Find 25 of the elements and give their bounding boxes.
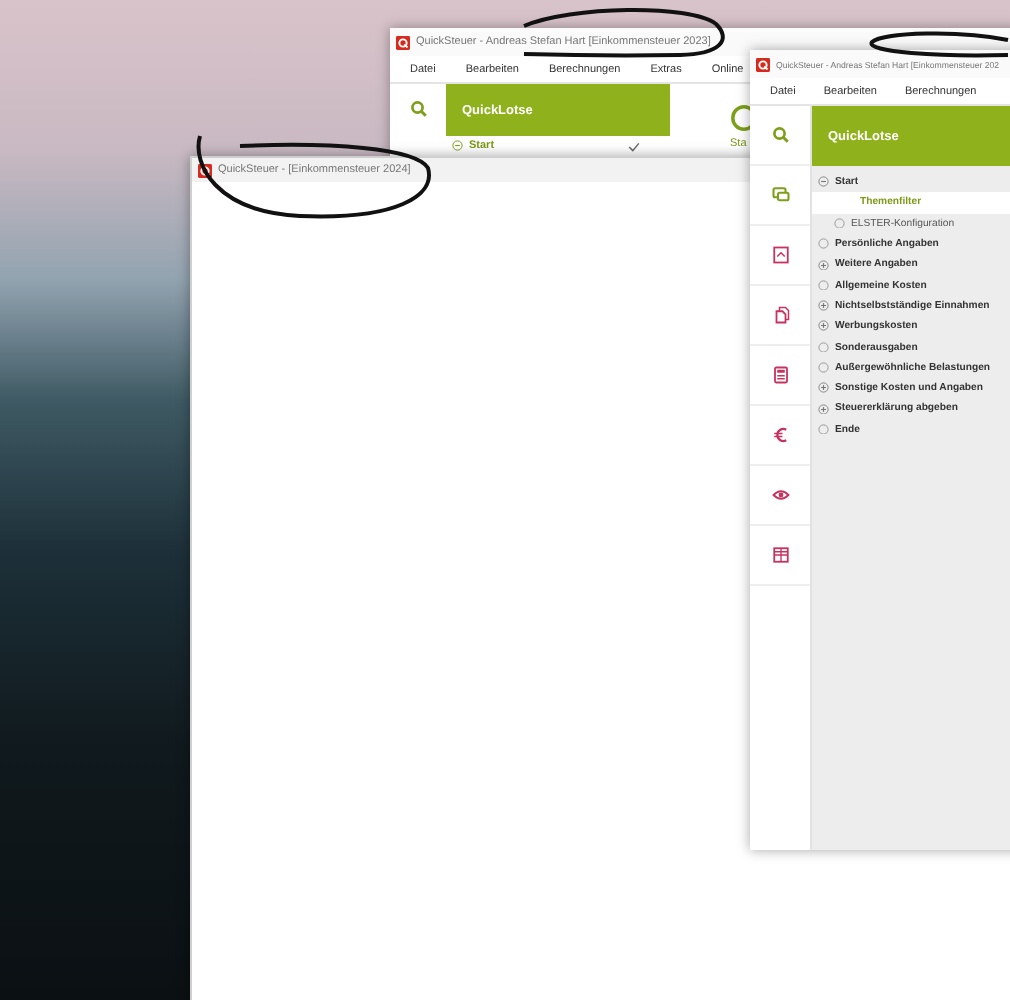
ink-stroke-drawing (870, 31, 1009, 58)
search-icon[interactable] (771, 126, 789, 144)
app-logo-icon (756, 57, 770, 71)
expand-icon[interactable] (818, 403, 829, 415)
search-icon[interactable] (409, 100, 427, 118)
circle-icon (834, 217, 845, 229)
monitor-icon[interactable] (771, 186, 789, 204)
collapse-icon[interactable] (818, 176, 829, 188)
circle-icon (818, 423, 829, 435)
circle-icon (818, 238, 829, 250)
eye-icon[interactable] (771, 486, 789, 504)
circle-icon (818, 279, 829, 291)
app-logo-icon (396, 35, 410, 49)
form-icon[interactable] (771, 246, 789, 264)
circle-icon (818, 362, 829, 374)
expand-icon[interactable] (818, 259, 829, 271)
circle-icon (818, 341, 829, 353)
expand-icon[interactable] (818, 300, 829, 312)
currency-icon[interactable] (771, 426, 789, 444)
calculator-icon[interactable] (771, 366, 789, 384)
expand-icon[interactable] (818, 382, 829, 394)
documents-icon[interactable] (771, 306, 789, 324)
collapse-icon[interactable] (452, 140, 463, 152)
table-icon[interactable] (771, 546, 789, 564)
expand-icon[interactable] (818, 320, 829, 332)
